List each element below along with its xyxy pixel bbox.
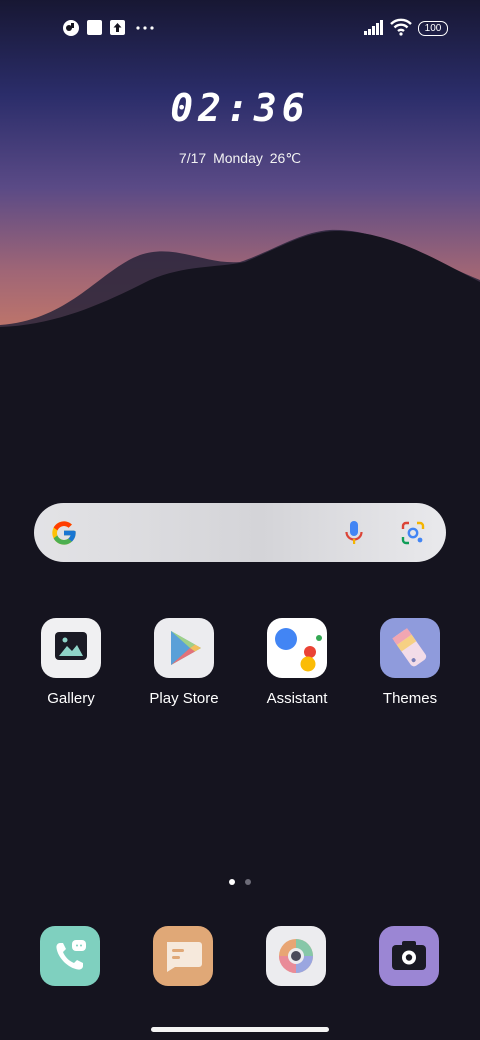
date-weather-line[interactable]: 7/17 Monday 26℃: [0, 150, 480, 167]
gallery-icon: [41, 618, 101, 678]
app-label: Themes: [382, 690, 438, 707]
google-lens-icon[interactable]: [401, 521, 425, 545]
google-search-bar[interactable]: [34, 503, 446, 562]
camera-icon: [392, 941, 426, 970]
google-g-icon: [52, 521, 76, 545]
app-label: Assistant: [266, 690, 328, 707]
page-dot-active: [229, 879, 235, 885]
app-gallery[interactable]: Gallery: [16, 618, 126, 707]
battery-indicator: 100: [418, 21, 448, 36]
play-store-icon: [154, 618, 214, 678]
more-dots-icon: [136, 26, 154, 30]
app-label: Play Store: [149, 690, 219, 707]
date-text: 7/17: [178, 150, 207, 166]
dock-phone[interactable]: [40, 926, 100, 986]
clock-time[interactable]: 02:36: [0, 86, 480, 130]
app-label: Gallery: [47, 690, 95, 707]
app-themes[interactable]: Themes: [355, 618, 465, 707]
browser-icon: [279, 939, 313, 973]
app-play-store[interactable]: Play Store: [129, 618, 239, 707]
app-assistant[interactable]: Assistant: [242, 618, 352, 707]
app-notification-icon: [63, 20, 79, 36]
microphone-icon[interactable]: [344, 520, 364, 546]
page-dot: [245, 879, 251, 885]
dock-messages[interactable]: [153, 926, 213, 986]
messages-icon: [167, 942, 202, 972]
weekday-text: Monday: [213, 150, 263, 166]
battery-level: 100: [424, 23, 442, 34]
phone-icon: [56, 940, 86, 970]
signal-bars-icon: [364, 20, 383, 35]
wifi-icon: [390, 18, 412, 36]
status-bar: 100: [0, 0, 480, 56]
assistant-icon: [267, 618, 327, 678]
home-gesture-bar[interactable]: [151, 1027, 329, 1032]
dock-browser[interactable]: [266, 926, 326, 986]
dock-camera[interactable]: [379, 926, 439, 986]
upload-notification-icon: [110, 20, 125, 35]
square-notification-icon: [87, 20, 102, 35]
themes-icon: [380, 618, 440, 678]
temperature-text: 26℃: [269, 150, 302, 166]
